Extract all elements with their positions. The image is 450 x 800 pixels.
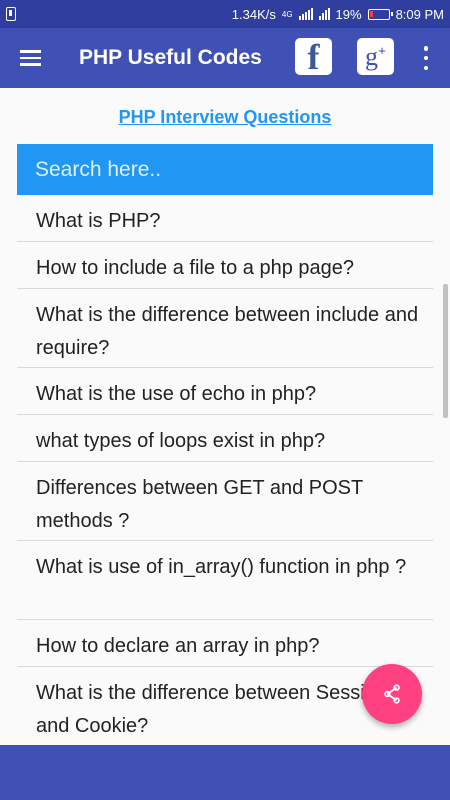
list-item[interactable]: What is the difference between include a… <box>17 289 433 368</box>
hamburger-menu-icon[interactable] <box>0 28 60 88</box>
signal-icon-2 <box>318 8 330 20</box>
status-bar: 1.34K/s 4G 19% 8:09 PM <box>0 0 450 28</box>
facebook-glyph: f <box>307 38 320 75</box>
share-button[interactable] <box>362 664 422 724</box>
list-item[interactable]: what types of loops exist in php? <box>17 415 433 462</box>
google-plus-icon[interactable]: g+ <box>357 38 394 75</box>
main-content: PHP Interview Questions What is PHP? How… <box>0 88 450 745</box>
share-icon <box>384 684 400 704</box>
battery-icon <box>367 8 393 20</box>
app-title: PHP Useful Codes <box>79 46 262 69</box>
network-type: 4G <box>281 9 293 19</box>
list-item[interactable]: What is PHP? <box>17 195 433 242</box>
facebook-icon[interactable]: f <box>295 38 332 75</box>
search-input[interactable] <box>17 144 433 195</box>
question-list: What is PHP? How to include a file to a … <box>17 195 433 745</box>
app-bar: PHP Useful Codes f g+ <box>0 28 450 88</box>
scrollbar[interactable] <box>443 284 448 418</box>
sim-notification-icon <box>6 7 16 21</box>
clock: 8:09 PM <box>395 6 444 22</box>
list-item[interactable]: How to include a file to a php page? <box>17 242 433 289</box>
signal-icon <box>298 8 313 20</box>
gplus-plus: + <box>378 43 386 59</box>
more-vert-icon[interactable] <box>417 46 435 70</box>
gplus-glyph: g <box>365 41 378 71</box>
network-speed: 1.34K/s <box>231 6 276 22</box>
list-item[interactable]: Differences between GET and POST methods… <box>17 462 433 541</box>
bottom-banner <box>0 745 450 800</box>
interview-questions-link[interactable]: PHP Interview Questions <box>0 107 450 128</box>
battery-percent: 19% <box>335 6 362 22</box>
list-item[interactable]: What is the use of echo in php? <box>17 368 433 415</box>
list-item[interactable]: What is use of in_array() function in ph… <box>17 541 433 620</box>
list-item[interactable]: How to declare an array in php? <box>17 620 433 667</box>
